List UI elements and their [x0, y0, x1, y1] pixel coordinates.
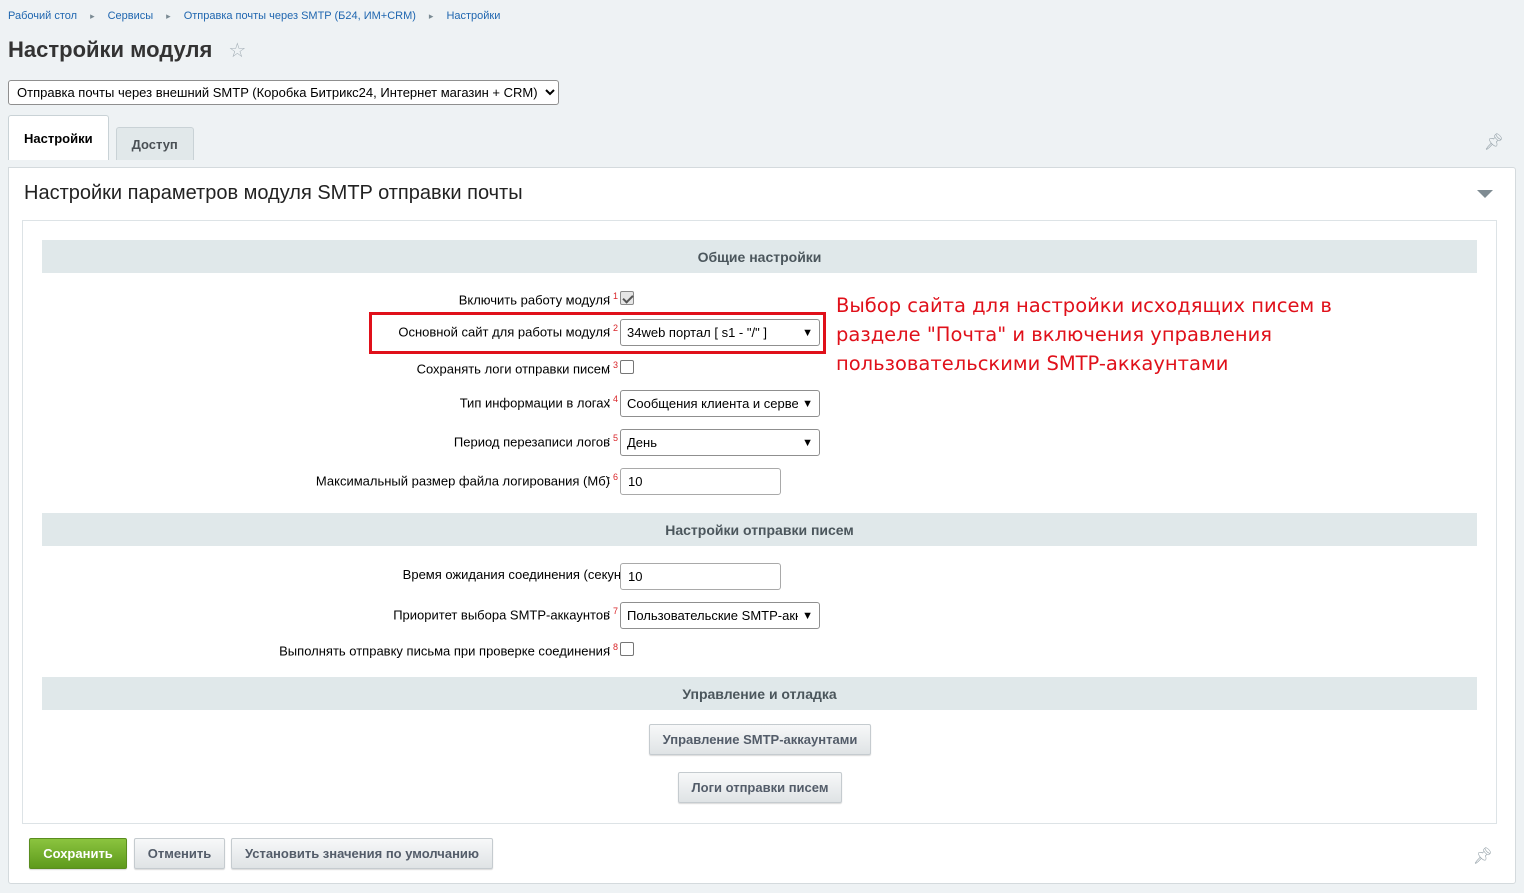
section-management: Управление и отладка: [42, 677, 1477, 710]
field-send-on-check: Выполнять отправку письма при проверке с…: [23, 638, 1498, 664]
chevron-right-icon: ▸: [428, 10, 434, 21]
field-label: Выполнять отправку письма при проверке с…: [279, 642, 618, 659]
tab-settings[interactable]: Настройки: [8, 115, 109, 160]
send-on-check-checkbox[interactable]: [620, 642, 634, 656]
set-defaults-button[interactable]: Установить значения по умолчанию: [231, 838, 493, 869]
pin-icon[interactable]: 📌︎: [1473, 846, 1493, 866]
chevron-down-icon: ▼: [802, 397, 813, 410]
tab-access[interactable]: Доступ: [115, 127, 194, 160]
breadcrumb-smtp-module[interactable]: Отправка почты через SMTP (Б24, ИМ+CRM): [184, 10, 416, 22]
send-logs-button[interactable]: Логи отправки писем: [678, 772, 842, 803]
page-title: Настройки модуля: [8, 37, 213, 62]
section-general: Общие настройки: [42, 240, 1477, 273]
breadcrumb: Рабочий стол ▸ Сервисы ▸ Отправка почты …: [8, 10, 500, 22]
smtp-priority-select[interactable]: Пользовательские SMTP-акк ▼: [620, 602, 820, 629]
field-timeout: Время ожидания соединения (секунд) 10: [23, 563, 1498, 590]
manage-smtp-accounts-button[interactable]: Управление SMTP-аккаунтами: [649, 724, 871, 755]
tab-bar: Настройки Доступ: [8, 115, 201, 160]
breadcrumb-settings[interactable]: Настройки: [446, 10, 500, 22]
field-smtp-priority: Приоритет выбора SMTP-аккаунтов 7 : Польз…: [23, 602, 1498, 629]
save-button[interactable]: Сохранить: [29, 838, 127, 869]
settings-panel: Настройки параметров модуля SMTP отправк…: [8, 167, 1516, 884]
field-label: Время ожидания соединения (секунд): [402, 567, 633, 582]
chevron-down-icon: ▼: [802, 436, 813, 449]
enable-module-checkbox[interactable]: [620, 291, 634, 305]
chevron-right-icon: ▸: [166, 10, 171, 21]
page-title-row: Настройки модуля ☆: [8, 37, 246, 63]
field-label: Приоритет выбора SMTP-аккаунтов 7: [393, 606, 618, 623]
star-icon[interactable]: ☆: [228, 38, 246, 63]
field-label: Период перезаписи логов 5: [453, 433, 618, 450]
field-label: Включить работу модуля 1: [458, 291, 618, 308]
field-label: Максимальный размер файла логирования (М…: [315, 472, 618, 489]
collapse-arrow-icon[interactable]: [1477, 190, 1493, 198]
field-log-period: Период перезаписи логов 5 : День ▼: [23, 429, 1498, 456]
cancel-button[interactable]: Отменить: [134, 838, 225, 869]
chevron-down-icon: ▼: [802, 609, 813, 622]
breadcrumb-desktop[interactable]: Рабочий стол: [8, 10, 77, 22]
save-logs-checkbox[interactable]: [620, 360, 634, 374]
field-log-max-size: Максимальный размер файла логирования (М…: [23, 468, 1498, 495]
annotation-text: Выбор сайта для настройки исходящих писе…: [836, 294, 1332, 375]
field-log-info-type: Тип информации в логах 4 : Сообщения клие…: [23, 390, 1498, 417]
section-sending: Настройки отправки писем: [42, 513, 1477, 546]
field-label: Сохранять логи отправки писем 3: [416, 360, 618, 377]
module-select[interactable]: Отправка почты через внешний SMTP (Короб…: [8, 80, 559, 105]
settings-form: Общие настройки Включить работу модуля 1 …: [22, 220, 1497, 824]
pin-icon[interactable]: 📌︎: [1484, 132, 1504, 152]
highlight-box: [369, 312, 826, 354]
field-label: Тип информации в логах 4: [459, 394, 618, 411]
log-info-type-select[interactable]: Сообщения клиента и серве ▼: [620, 390, 820, 417]
log-max-size-input[interactable]: 10: [620, 468, 781, 495]
breadcrumb-services[interactable]: Сервисы: [108, 10, 154, 22]
log-period-select[interactable]: День ▼: [620, 429, 820, 456]
panel-title: Настройки параметров модуля SMTP отправк…: [24, 182, 523, 204]
timeout-input[interactable]: 10: [620, 563, 781, 590]
chevron-right-icon: ▸: [90, 10, 95, 21]
